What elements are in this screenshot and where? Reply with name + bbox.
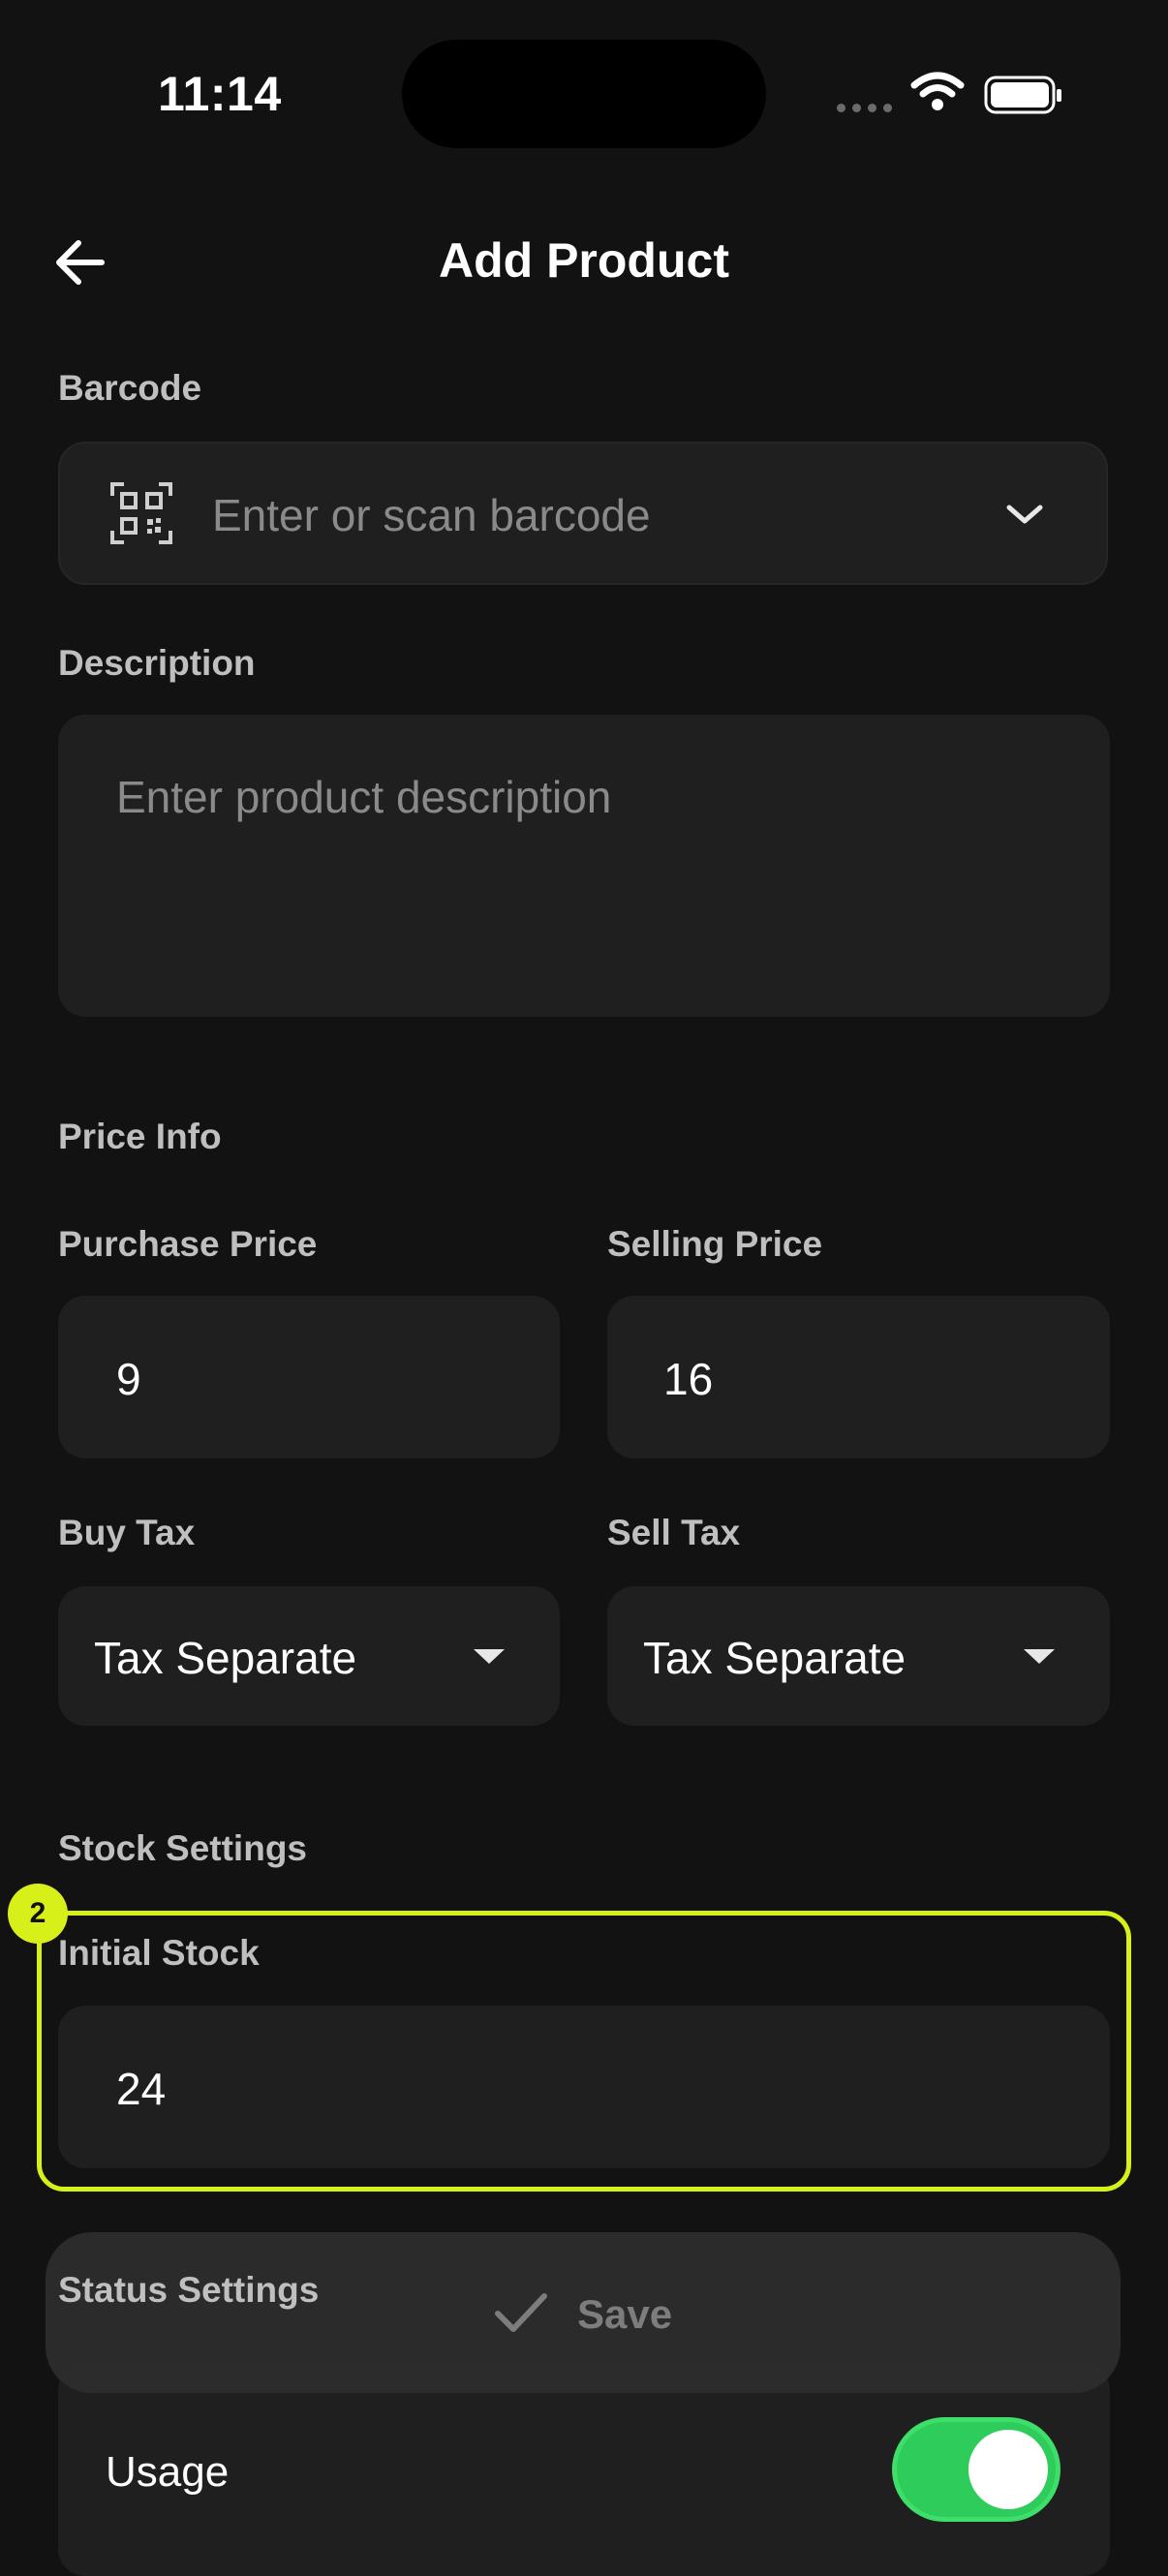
sell-tax-label: Sell Tax: [607, 1513, 741, 1552]
purchase-price-value: 9: [116, 1354, 141, 1404]
status-time: 11:14: [158, 67, 282, 121]
selling-price-value: 16: [663, 1354, 714, 1404]
sell-tax-selected: Tax Separate: [643, 1633, 907, 1683]
chevron-down-icon[interactable]: [1003, 500, 1046, 534]
selling-price-label: Selling Price: [607, 1224, 823, 1264]
save-button-label: Save: [577, 2291, 673, 2337]
buy-tax-selected: Tax Separate: [94, 1633, 357, 1683]
dynamic-island: [402, 40, 766, 148]
qr-code-icon[interactable]: [110, 482, 172, 549]
barcode-label: Barcode: [58, 368, 202, 408]
highlight-box: [37, 1911, 1131, 2192]
toggle-knob: [968, 2430, 1048, 2509]
usage-toggle[interactable]: [892, 2417, 1060, 2522]
battery-icon: [984, 76, 1065, 121]
description-placeholder: Enter product description: [116, 772, 612, 822]
wifi-icon: [910, 72, 965, 117]
page-title: Add Product: [439, 233, 729, 288]
highlight-badge: 2: [8, 1884, 68, 1944]
usage-label: Usage: [106, 2448, 230, 2496]
caret-down-icon: [474, 1649, 505, 1664]
barcode-placeholder: Enter or scan barcode: [212, 490, 651, 540]
purchase-price-label: Purchase Price: [58, 1224, 318, 1264]
buy-tax-label: Buy Tax: [58, 1513, 196, 1552]
description-label: Description: [58, 643, 256, 683]
stock-settings-heading: Stock Settings: [58, 1828, 307, 1868]
description-textarea[interactable]: [58, 715, 1110, 1017]
caret-down-icon: [1024, 1649, 1055, 1664]
checkmark-icon: [492, 2288, 550, 2340]
signal-icon: [837, 104, 892, 112]
price-info-heading: Price Info: [58, 1117, 222, 1156]
status-settings-heading: Status Settings: [58, 2270, 320, 2310]
